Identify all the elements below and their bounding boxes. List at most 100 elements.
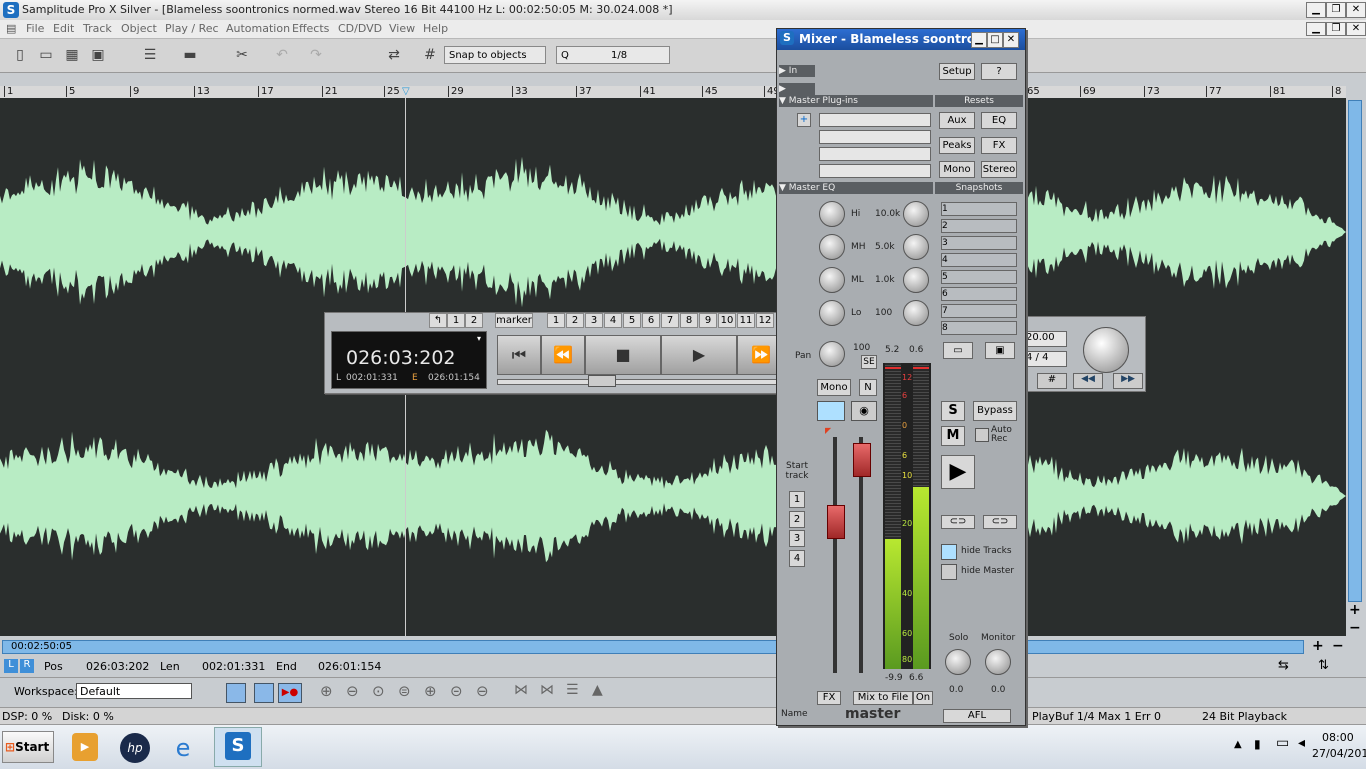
hzoom-out-icon[interactable]: − (1332, 638, 1344, 654)
marker-button[interactable]: 6 (642, 313, 660, 328)
transport-num-button[interactable]: 1 (447, 313, 465, 328)
snapshot-save-icon[interactable]: ▣ (985, 342, 1015, 359)
eq-freq-knob[interactable] (903, 234, 929, 260)
marker-button[interactable]: 7 (661, 313, 679, 328)
menu-edit[interactable]: Edit (53, 22, 74, 35)
marker-button[interactable]: 4 (604, 313, 622, 328)
afl-button[interactable]: AFL (943, 709, 1011, 723)
tool-icon[interactable]: ⊝ (450, 682, 463, 700)
start-track-button[interactable]: 3 (789, 530, 805, 547)
menu-play-rec[interactable]: Play / Rec (165, 22, 219, 35)
rewind-button[interactable]: ⏪ (541, 335, 585, 375)
vertical-scrollbar[interactable]: + − (1346, 98, 1366, 638)
on-button[interactable]: On (913, 691, 933, 705)
hide-tracks-checkbox[interactable] (941, 544, 957, 560)
plugin-slot-3[interactable] (819, 147, 931, 161)
setup-button[interactable]: Setup (939, 63, 975, 80)
workspace-dropdown[interactable]: Default (76, 683, 192, 699)
zoom-in-icon[interactable]: + (1349, 602, 1361, 618)
doc-minimize-button[interactable]: ▁ (1306, 22, 1326, 36)
quantize-dropdown[interactable]: Q 1/8 (556, 46, 670, 64)
scrub-forward-icon[interactable]: ▶▶ (1113, 373, 1143, 389)
scrub-back-icon[interactable]: ◀◀ (1073, 373, 1103, 389)
eq-freq-knob[interactable] (903, 300, 929, 326)
spectrum-tool-icon[interactable]: ▲ (592, 682, 603, 698)
fx-button[interactable]: FX (817, 691, 841, 705)
monitor-toggle[interactable] (817, 401, 845, 421)
plugin-slot-2[interactable] (819, 130, 931, 144)
tool-icon[interactable]: ⊙ (372, 682, 385, 700)
play-button[interactable]: ▶ (661, 335, 737, 375)
marker-button[interactable]: 2 (566, 313, 584, 328)
cut-icon[interactable]: ✂ (232, 45, 252, 65)
list-tool-icon[interactable]: ☰ (566, 682, 579, 698)
eq-gain-knob[interactable] (819, 267, 845, 293)
hp-icon[interactable]: hp (120, 733, 150, 763)
doc-restore-button[interactable]: ❐ (1326, 22, 1346, 36)
waveform-tool-icon[interactable]: ⋈ (514, 682, 528, 698)
view-mode-2-icon[interactable] (254, 683, 274, 703)
stop-button[interactable]: ■ (585, 335, 661, 375)
marker-button[interactable]: 3 (585, 313, 603, 328)
mixer-minimize-button[interactable]: ▁ (971, 32, 987, 48)
menu-automation[interactable]: Automation (226, 22, 290, 35)
in-button[interactable]: ▶ In (779, 65, 815, 77)
hide-master-checkbox[interactable] (941, 564, 957, 580)
undo-icon[interactable]: ↶ (272, 45, 292, 65)
swap-v-icon[interactable]: ⇅ (1318, 658, 1329, 673)
grid-icon[interactable]: # (420, 45, 440, 65)
eq-freq-knob[interactable] (903, 267, 929, 293)
volume-icon[interactable]: ◂ (1298, 735, 1305, 751)
object-icon[interactable]: ▬ (180, 45, 200, 65)
internet-explorer-icon[interactable]: e (168, 733, 198, 763)
record-arm-button[interactable]: ◉ (851, 401, 877, 421)
meter-field[interactable]: 4 / 4 (1025, 351, 1067, 367)
left-fader-cap[interactable] (827, 505, 845, 539)
marker-button[interactable]: 9 (699, 313, 717, 328)
mono-reset-button[interactable]: Mono (939, 161, 975, 178)
tool-icon[interactable]: ⊜ (398, 682, 411, 700)
right-fader-cap[interactable] (853, 443, 871, 477)
len-value[interactable]: 002:01:331 (202, 660, 265, 673)
marker-button[interactable]: 11 (737, 313, 755, 328)
se-button[interactable]: SE (861, 355, 877, 369)
menu-view[interactable]: View (389, 22, 415, 35)
marker-button[interactable]: 12 (756, 313, 774, 328)
record-mode-icon[interactable]: ▶● (278, 683, 302, 703)
tempo-field[interactable]: 20.00 (1025, 331, 1067, 347)
master-eq-header[interactable]: ▼ Master EQ (779, 182, 933, 194)
fx-reset-button[interactable]: FX (981, 137, 1017, 154)
samplitude-taskbar-button[interactable]: S (214, 727, 262, 767)
waveform-tool-icon[interactable]: ⋈ (540, 682, 554, 698)
horizontal-scroll-thumb[interactable]: 00:02:50:05 (2, 640, 1304, 654)
zoom-out-icon[interactable]: − (1349, 620, 1361, 636)
horizontal-scrollbar[interactable]: 00:02:50:05 + − (0, 638, 1366, 656)
jog-wheel[interactable] (1083, 327, 1129, 373)
n-button[interactable]: N (859, 379, 877, 396)
snapshot-slot[interactable]: 4 (941, 253, 1017, 267)
start-button[interactable]: ⊞Start (2, 731, 54, 763)
snapshot-slot[interactable]: 2 (941, 219, 1017, 233)
loop-icon[interactable]: ⇄ (384, 45, 404, 65)
expand-button[interactable]: ▶ (779, 83, 815, 95)
mix-to-file-button[interactable]: Mix to File (853, 691, 913, 705)
vertical-scroll-thumb[interactable] (1348, 100, 1362, 602)
tray-device-icon[interactable]: ▮ (1254, 737, 1261, 751)
close-button[interactable]: ✕ (1346, 2, 1366, 18)
save-icon[interactable]: ▣ (88, 45, 108, 65)
eq-gain-knob[interactable] (819, 201, 845, 227)
mixer-icon[interactable]: ▦ (62, 45, 82, 65)
grid-lock-icon[interactable]: # (1037, 373, 1067, 389)
eq-freq-knob[interactable] (903, 201, 929, 227)
transport-loop-button[interactable]: ↰ (429, 313, 447, 328)
eq-reset-button[interactable]: EQ (981, 112, 1017, 129)
start-track-button[interactable]: 2 (789, 511, 805, 528)
left-channel-toggle[interactable]: L (4, 659, 18, 673)
hzoom-in-icon[interactable]: + (1312, 638, 1324, 654)
mixer-close-button[interactable]: ✕ (1003, 32, 1019, 48)
stereo-reset-button[interactable]: Stereo (981, 161, 1017, 178)
bypass-button[interactable]: Bypass (973, 401, 1017, 421)
tool-icon[interactable]: ⊕ (424, 682, 437, 700)
start-track-button[interactable]: 4 (789, 550, 805, 567)
marker-button[interactable]: 5 (623, 313, 641, 328)
